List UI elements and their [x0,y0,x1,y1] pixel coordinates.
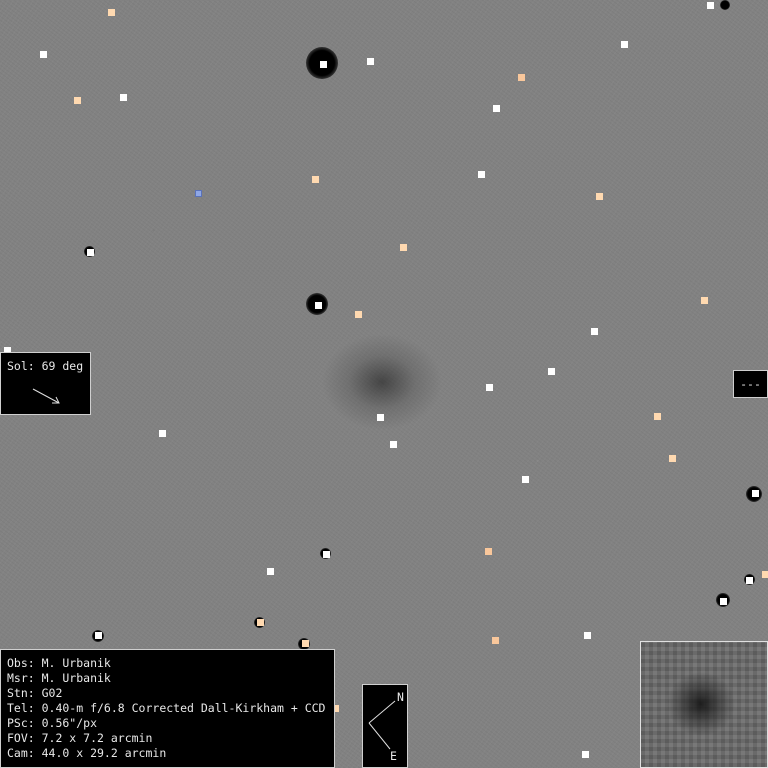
star-marker [87,249,94,256]
star-marker [720,598,727,605]
observer-line: Obs: M. Urbanik [7,656,111,670]
star-marker [485,548,492,555]
star-marker [312,176,319,183]
star-marker [701,297,708,304]
star-marker [315,302,322,309]
camera-line: Cam: 44.0 x 29.2 arcmin [7,746,167,760]
star-marker [493,105,500,112]
star-marker [257,619,264,626]
star-marker [108,9,115,16]
observation-info-panel: Obs: M. Urbanik Msr: M. Urbanik Stn: G02… [0,649,335,768]
star-marker [584,632,591,639]
star-marker [267,568,274,575]
star [720,0,730,10]
star-marker [320,61,327,68]
measurer-line: Msr: M. Urbanik [7,671,111,685]
compass-panel: N E [362,684,408,768]
star-marker [596,193,603,200]
sun-direction-arrow-icon [32,388,60,404]
star-marker [355,311,362,318]
star-marker [707,2,714,9]
star-marker [591,328,598,335]
telescope-line: Tel: 0.40-m f/6.8 Corrected Dall-Kirkham… [7,701,326,715]
star-marker [74,97,81,104]
star-marker [746,577,753,584]
motion-rate-panel: --- [733,370,768,398]
star-marker [492,637,499,644]
station-line: Stn: G02 [7,686,63,700]
star-marker [654,413,661,420]
star-marker [323,551,330,558]
star-marker [582,751,589,758]
sun-direction-panel: Sol: 69 deg [0,352,91,415]
star-marker [40,51,47,58]
star-marker [522,476,529,483]
star-marker [302,640,309,647]
star-marker [367,58,374,65]
star-marker [548,368,555,375]
star-marker [621,41,628,48]
compass-east-label: E [390,749,397,763]
sun-angle-label: Sol: 69 deg [7,359,84,373]
star-marker [159,430,166,437]
star-marker [400,244,407,251]
star-marker [95,632,102,639]
compass-north-label: N [397,690,404,704]
comet-marker [195,190,202,197]
star-marker [518,74,525,81]
field-of-view-line: FOV: 7.2 x 7.2 arcmin [7,731,153,745]
star-marker [377,414,384,421]
pixel-scale-line: PSc: 0.56"/px [7,716,98,730]
star-marker [486,384,493,391]
star-marker [478,171,485,178]
star-marker [752,490,759,497]
motion-rate-label: --- [740,377,761,391]
star-marker [762,571,768,578]
target-zoom-inset [640,641,768,768]
star-marker [390,441,397,448]
star-marker [120,94,127,101]
star-marker [669,455,676,462]
sky-image: Sol: 69 deg --- Obs: M. Urbanik Msr: M. … [0,0,768,768]
